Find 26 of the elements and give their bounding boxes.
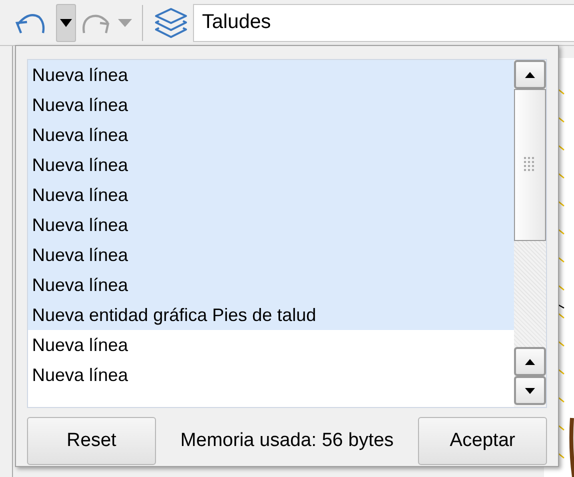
history-item[interactable]: Nueva línea [28,330,514,360]
dropdown-button[interactable] [56,4,76,42]
memory-label: Memoria usada: 56 bytes [180,430,394,452]
grip-icon [524,157,536,173]
history-item[interactable]: Nueva línea [28,360,514,390]
history-item[interactable]: Nueva línea [28,180,514,210]
caret-icon [525,388,535,394]
history-item[interactable]: Nueva línea [28,210,514,240]
scrollbar-thumb[interactable] [514,89,546,241]
history-item[interactable]: Nueva línea [28,240,514,270]
history-item[interactable]: Nueva línea [28,60,514,90]
caret-icon [525,358,535,364]
history-item[interactable]: Nueva línea [28,270,514,300]
layer-field[interactable]: Taludes [193,4,574,42]
caret-icon [60,18,72,26]
caret-icon [118,18,132,26]
scroll-up-button[interactable] [514,347,546,376]
history-item[interactable]: Nueva línea [28,150,514,180]
history-item[interactable]: Nueva entidad gráfica Pies de talud [28,300,514,330]
history-item[interactable]: Nueva línea [28,120,514,150]
scroll-down-button[interactable] [514,376,546,405]
accept-button[interactable]: Aceptar [418,417,547,465]
reset-button[interactable]: Reset [27,417,156,465]
history-item[interactable]: Nueva línea [28,90,514,120]
scroll-up-button[interactable] [514,60,546,89]
caret-icon [525,72,535,78]
